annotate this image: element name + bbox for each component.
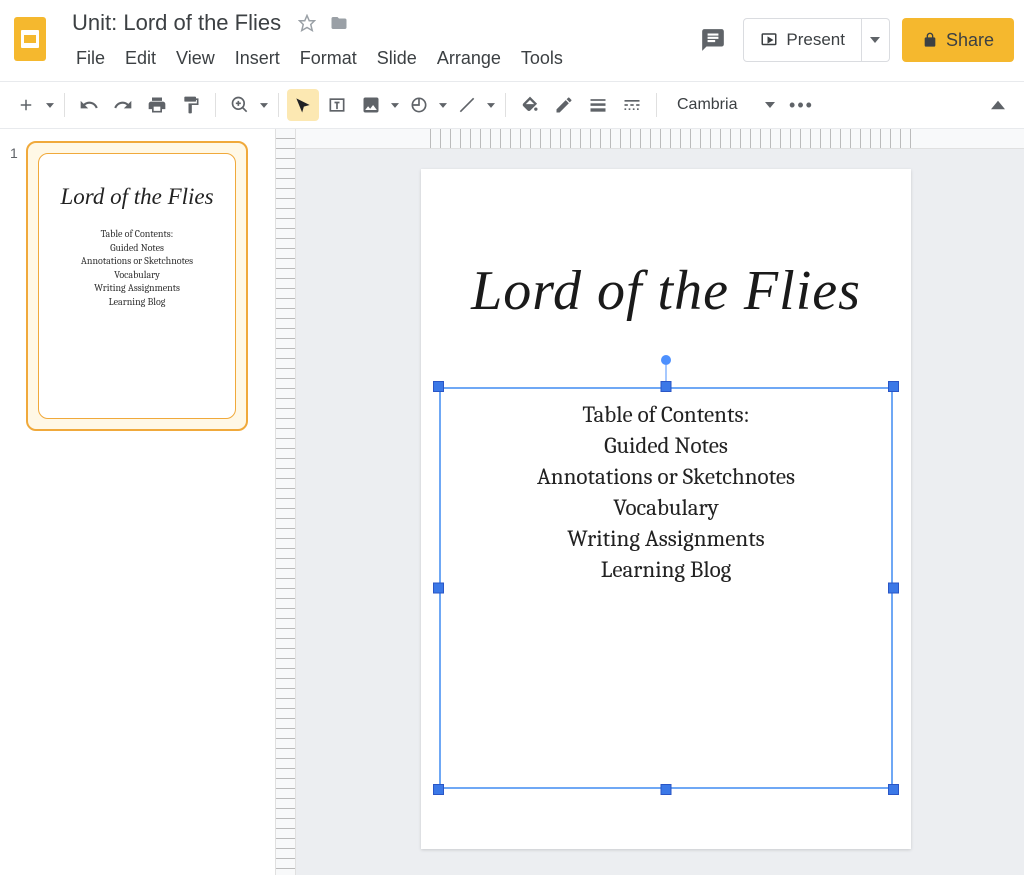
image-tool[interactable] <box>355 89 387 121</box>
star-icon[interactable] <box>297 13 317 33</box>
menu-tools[interactable]: Tools <box>513 44 571 73</box>
resize-handle-ne[interactable] <box>888 381 899 392</box>
selected-textbox[interactable]: Table of Contents: Guided Notes Annotati… <box>439 387 893 789</box>
resize-handle-se[interactable] <box>888 784 899 795</box>
border-dash-button[interactable] <box>616 89 648 121</box>
header: Unit: Lord of the Flies File Edit View I… <box>0 0 1024 73</box>
rotate-handle[interactable] <box>661 355 671 365</box>
resize-handle-sw[interactable] <box>433 784 444 795</box>
menu-edit[interactable]: Edit <box>117 44 164 73</box>
thumbnail-slide[interactable]: Lord of the Flies Table of Contents: Gui… <box>26 141 248 431</box>
more-button[interactable]: ••• <box>785 89 817 121</box>
border-weight-button[interactable] <box>582 89 614 121</box>
textbox-content[interactable]: Table of Contents: Guided Notes Annotati… <box>439 387 893 789</box>
font-name: Cambria <box>677 96 737 114</box>
header-actions: Present Share <box>695 8 1014 62</box>
paint-format-button[interactable] <box>175 89 207 121</box>
present-label: Present <box>786 30 845 50</box>
present-group: Present <box>743 18 890 62</box>
menu-view[interactable]: View <box>168 44 223 73</box>
vertical-ruler <box>276 129 296 875</box>
resize-handle-s[interactable] <box>661 784 672 795</box>
menu-arrange[interactable]: Arrange <box>429 44 509 73</box>
slide[interactable]: Lord of the Flies Table of Contents: Gui… <box>421 169 911 849</box>
toolbar: Cambria ••• <box>0 81 1024 129</box>
resize-handle-e[interactable] <box>888 583 899 594</box>
thumbnail-title: Lord of the Flies <box>60 184 213 210</box>
thumbnail-number: 1 <box>10 141 26 431</box>
shape-tool[interactable] <box>403 89 435 121</box>
font-select[interactable]: Cambria <box>665 89 783 121</box>
comments-icon[interactable] <box>695 22 731 58</box>
main: 1 Lord of the Flies Table of Contents: G… <box>0 129 1024 875</box>
canvas[interactable]: Lord of the Flies Table of Contents: Gui… <box>296 129 1024 875</box>
fill-color-button[interactable] <box>514 89 546 121</box>
canvas-area: Lord of the Flies Table of Contents: Gui… <box>275 129 1024 875</box>
horizontal-ruler <box>296 129 1024 149</box>
move-folder-icon[interactable] <box>329 13 349 33</box>
select-tool[interactable] <box>287 89 319 121</box>
resize-handle-n[interactable] <box>661 381 672 392</box>
menu-format[interactable]: Format <box>292 44 365 73</box>
border-color-button[interactable] <box>548 89 580 121</box>
undo-button[interactable] <box>73 89 105 121</box>
title-area: Unit: Lord of the Flies File Edit View I… <box>68 8 695 73</box>
print-button[interactable] <box>141 89 173 121</box>
share-label: Share <box>946 30 994 51</box>
collapse-toolbar-button[interactable] <box>982 89 1014 121</box>
redo-button[interactable] <box>107 89 139 121</box>
new-slide-dropdown[interactable] <box>44 103 56 108</box>
shape-dropdown[interactable] <box>437 103 449 108</box>
present-dropdown[interactable] <box>862 18 890 62</box>
present-button[interactable]: Present <box>743 18 862 62</box>
slides-logo[interactable] <box>10 12 50 66</box>
line-dropdown[interactable] <box>485 103 497 108</box>
slide-title[interactable]: Lord of the Flies <box>421 259 911 323</box>
thumbnail-row: 1 Lord of the Flies Table of Contents: G… <box>10 141 265 431</box>
menubar: File Edit View Insert Format Slide Arran… <box>68 44 695 73</box>
image-dropdown[interactable] <box>389 103 401 108</box>
menu-slide[interactable]: Slide <box>369 44 425 73</box>
zoom-dropdown[interactable] <box>258 103 270 108</box>
share-button[interactable]: Share <box>902 18 1014 62</box>
menu-insert[interactable]: Insert <box>227 44 288 73</box>
resize-handle-w[interactable] <box>433 583 444 594</box>
zoom-button[interactable] <box>224 89 256 121</box>
thumbnail-panel: 1 Lord of the Flies Table of Contents: G… <box>0 129 275 875</box>
menu-file[interactable]: File <box>68 44 113 73</box>
textbox-tool[interactable] <box>321 89 353 121</box>
line-tool[interactable] <box>451 89 483 121</box>
thumbnail-toc: Table of Contents: Guided Notes Annotati… <box>81 228 193 309</box>
new-slide-button[interactable] <box>10 89 42 121</box>
resize-handle-nw[interactable] <box>433 381 444 392</box>
document-title[interactable]: Unit: Lord of the Flies <box>68 8 285 38</box>
